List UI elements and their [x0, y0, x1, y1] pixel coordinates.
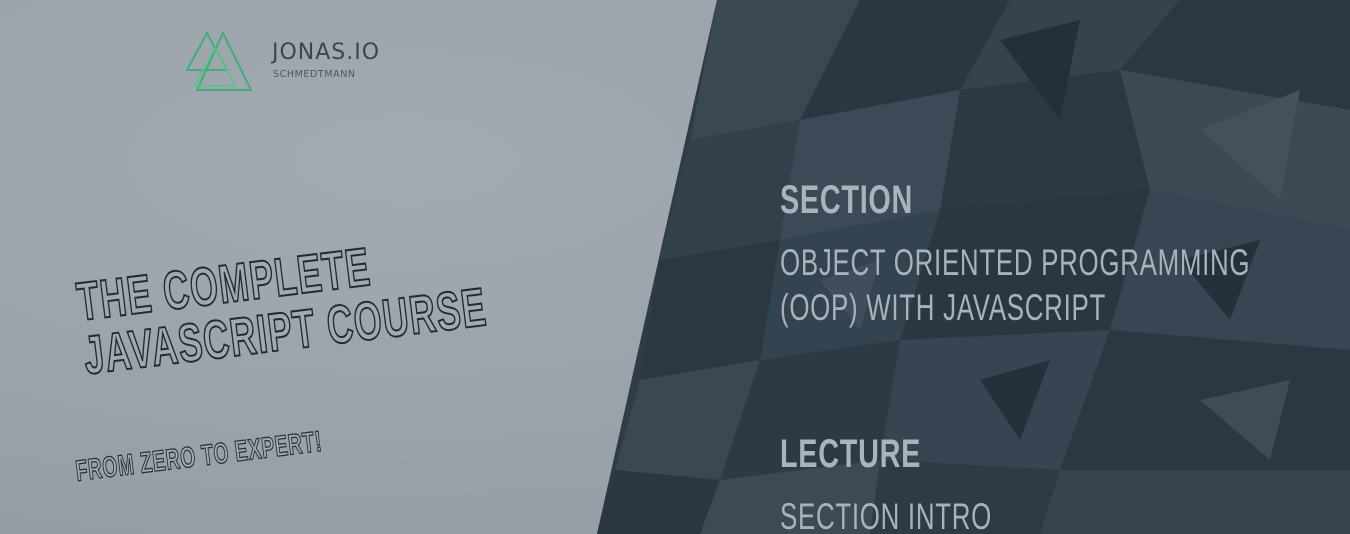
section-title: OBJECT ORIENTED PROGRAMMING (OOP) WITH J…	[780, 240, 1350, 330]
lecture-heading: LECTURE	[780, 432, 922, 476]
section-heading: SECTION	[780, 178, 914, 222]
jonas-io-logo: JONAS.IO SCHMEDTMANN	[185, 30, 415, 94]
lecture-title-text: SECTION INTRO	[780, 496, 992, 534]
triangle-logo-icon	[185, 30, 253, 91]
section-title-line-2: (OOP) WITH JAVASCRIPT	[780, 287, 1106, 328]
lecture-title: SECTION INTRO	[780, 494, 1083, 534]
logo-brand-name: JONAS.IO	[272, 40, 381, 65]
logo-brand-subtitle: SCHMEDTMANN	[273, 69, 356, 80]
lecture-title-slide: JONAS.IO SCHMEDTMANN THE COMPLETE JAVASC…	[0, 0, 1350, 534]
section-title-line-1: OBJECT ORIENTED PROGRAMMING	[780, 242, 1251, 283]
